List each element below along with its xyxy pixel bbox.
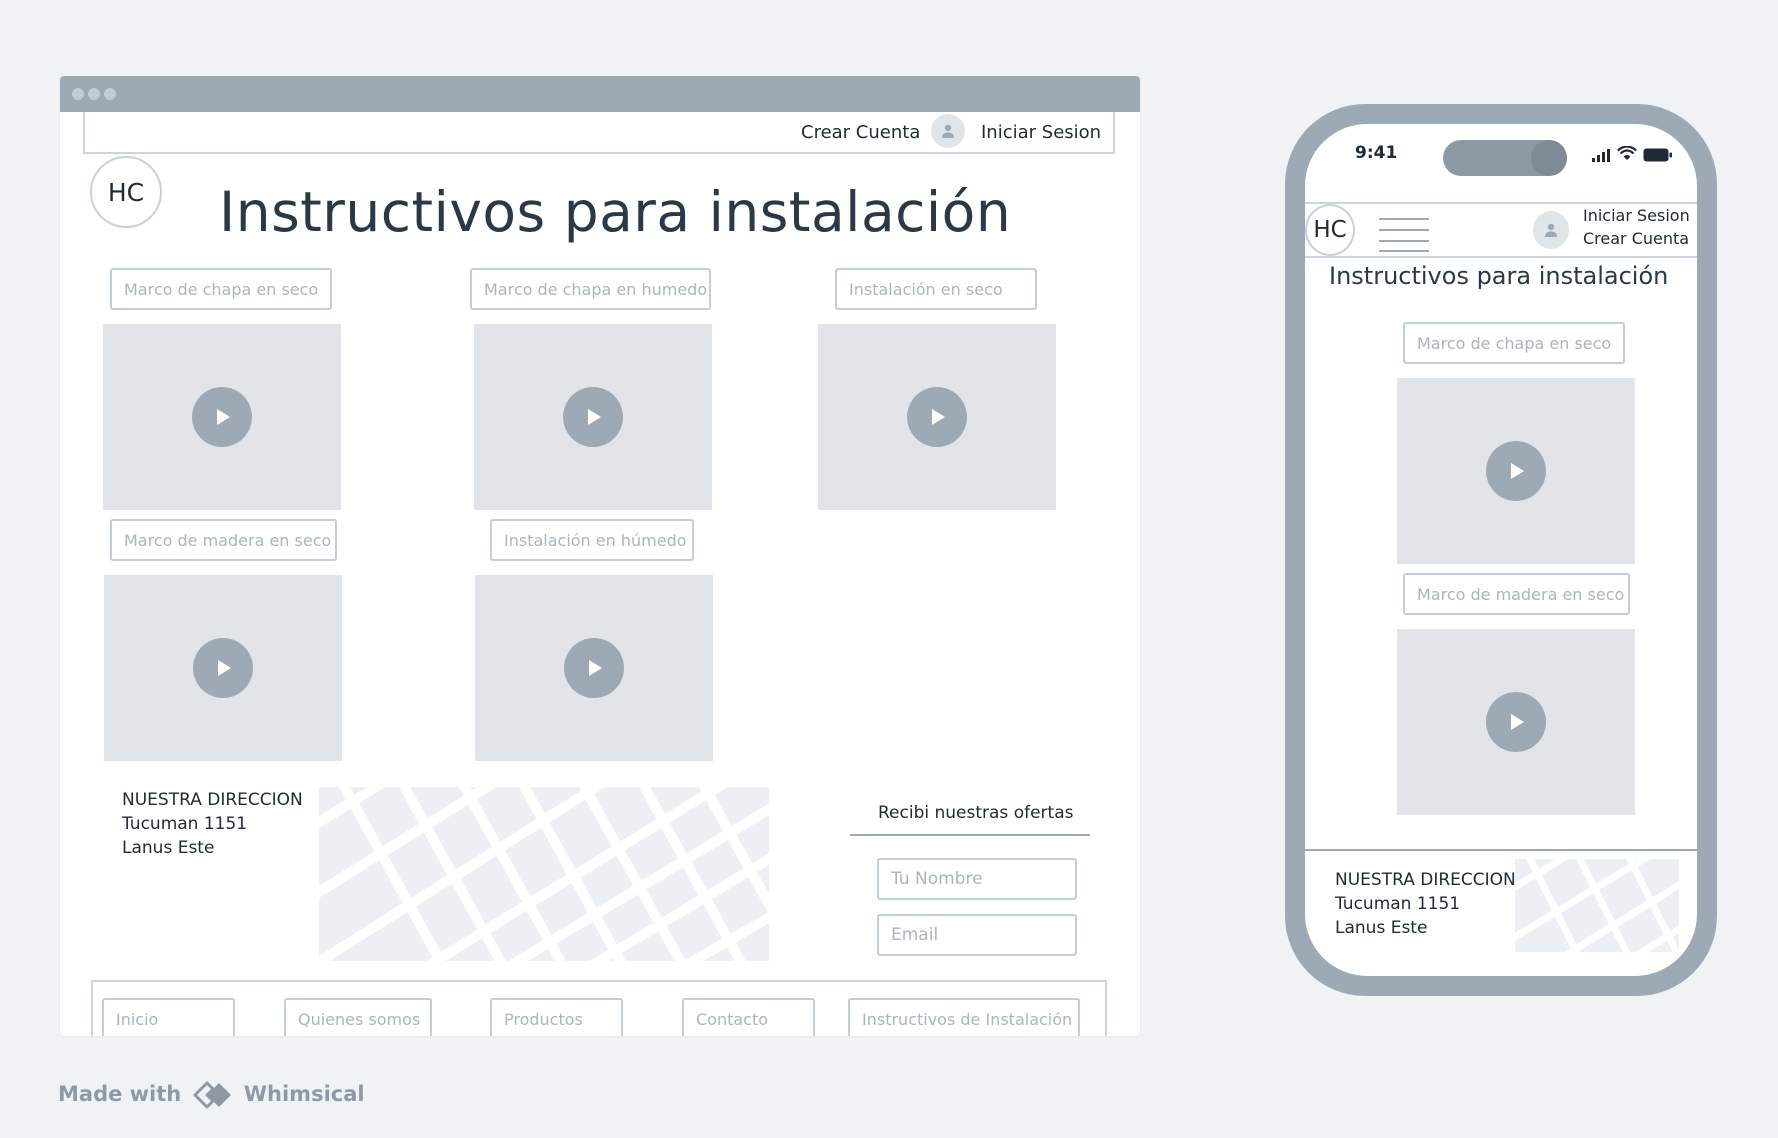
logo[interactable]: HC xyxy=(90,156,162,228)
window-dot-icon xyxy=(72,88,84,100)
footer-link-inicio[interactable]: Inicio xyxy=(102,998,235,1036)
create-account-link[interactable]: Crear Cuenta xyxy=(801,122,920,143)
divider xyxy=(850,834,1090,836)
address-heading: NUESTRA DIRECCION xyxy=(1335,870,1516,890)
address-block: NUESTRA DIRECCION Tucuman 1151 Lanus Est… xyxy=(1335,868,1516,940)
wifi-icon xyxy=(1617,145,1637,165)
footer-link-productos[interactable]: Productos xyxy=(490,998,623,1036)
play-icon[interactable] xyxy=(1486,692,1546,752)
address-city: Lanus Este xyxy=(1335,918,1428,938)
address-street: Tucuman 1151 xyxy=(122,814,248,834)
video-label: Marco de chapa en seco xyxy=(1403,322,1625,364)
play-icon[interactable] xyxy=(907,387,967,447)
address-street: Tucuman 1151 xyxy=(1335,894,1461,914)
whimsical-logo-icon xyxy=(193,1081,231,1109)
page-title: Instructivos para instalación xyxy=(219,180,1012,244)
address-city: Lanus Este xyxy=(122,838,215,858)
map[interactable] xyxy=(1515,859,1679,952)
watermark-brand: Whimsical xyxy=(243,1082,365,1106)
video-player[interactable] xyxy=(104,575,342,761)
play-icon[interactable] xyxy=(564,638,624,698)
battery-icon xyxy=(1643,147,1673,166)
desktop-browser-frame: Crear Cuenta Iniciar Sesion HC Instructi… xyxy=(60,76,1140,1036)
address-block: NUESTRA DIRECCION Tucuman 1151 Lanus Est… xyxy=(122,788,303,860)
video-player[interactable] xyxy=(474,324,712,510)
footer-nav: Inicio Quienes somos Productos Contacto … xyxy=(91,980,1107,1036)
video-label: Instalación en seco xyxy=(835,268,1037,310)
hamburger-menu-icon[interactable] xyxy=(1379,218,1429,256)
video-label: Marco de chapa en humedo xyxy=(470,268,711,310)
create-account-link[interactable]: Crear Cuenta xyxy=(1583,227,1690,250)
newsletter-title: Recibi nuestras ofertas xyxy=(878,803,1074,823)
logo[interactable]: HC xyxy=(1305,204,1355,256)
map[interactable] xyxy=(319,787,769,961)
video-player[interactable] xyxy=(1397,378,1635,564)
user-avatar-icon[interactable] xyxy=(931,114,965,148)
signal-icon xyxy=(1592,147,1612,166)
video-label: Marco de madera en seco xyxy=(1403,573,1630,615)
video-player[interactable] xyxy=(1397,629,1635,815)
video-label: Marco de chapa en seco xyxy=(110,268,332,310)
page-title: Instructivos para instalación xyxy=(1329,262,1669,290)
whimsical-watermark[interactable]: Made with Whimsical xyxy=(58,1081,365,1109)
footer-link-instructivos[interactable]: Instructivos de Instalación xyxy=(848,998,1080,1036)
play-icon[interactable] xyxy=(1486,441,1546,501)
divider xyxy=(1305,849,1697,851)
sign-in-link[interactable]: Iniciar Sesion xyxy=(981,122,1101,143)
user-avatar-icon[interactable] xyxy=(1533,211,1569,249)
video-label: Instalación en húmedo xyxy=(490,519,694,561)
footer-link-quienes-somos[interactable]: Quienes somos xyxy=(284,998,432,1036)
email-input[interactable]: Email xyxy=(877,914,1077,956)
sign-in-link[interactable]: Iniciar Sesion xyxy=(1583,204,1690,227)
mobile-nav: HC Iniciar Sesion Crear Cuenta xyxy=(1305,202,1697,258)
dynamic-island xyxy=(1443,140,1567,176)
video-player[interactable] xyxy=(475,575,713,761)
status-time: 9:41 xyxy=(1355,143,1398,163)
video-label: Marco de madera en seco xyxy=(110,519,337,561)
window-dot-icon xyxy=(88,88,100,100)
play-icon[interactable] xyxy=(193,638,253,698)
window-dot-icon xyxy=(104,88,116,100)
footer-link-contacto[interactable]: Contacto xyxy=(682,998,815,1036)
video-player[interactable] xyxy=(818,324,1056,510)
name-input[interactable]: Tu Nombre xyxy=(877,858,1077,900)
phone-frame: 9:41 HC Iniciar Sesion Crear Cuenta Inst… xyxy=(1285,104,1717,996)
address-heading: NUESTRA DIRECCION xyxy=(122,790,303,810)
play-icon[interactable] xyxy=(563,387,623,447)
video-player[interactable] xyxy=(103,324,341,510)
browser-title-bar xyxy=(60,76,1140,112)
phone-screen: 9:41 HC Iniciar Sesion Crear Cuenta Inst… xyxy=(1305,124,1697,976)
play-icon[interactable] xyxy=(192,387,252,447)
watermark-prefix: Made with xyxy=(58,1082,182,1106)
mobile-auth-links: Iniciar Sesion Crear Cuenta xyxy=(1583,204,1690,250)
top-nav: Crear Cuenta Iniciar Sesion xyxy=(83,112,1115,154)
